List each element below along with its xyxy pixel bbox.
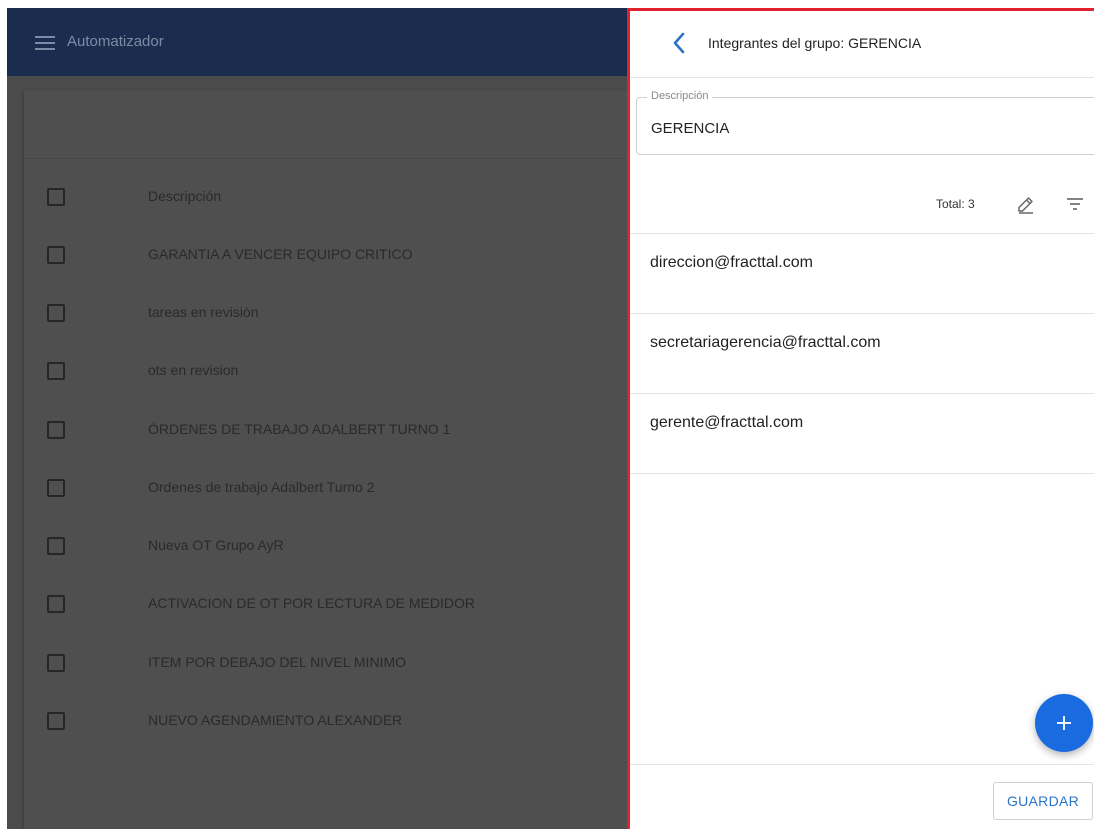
panel-footer: GUARDAR (630, 764, 1094, 829)
description-field[interactable]: Descripción GERENCIA (636, 90, 1094, 155)
description-field-label: Descripción (647, 90, 713, 102)
automations-list: Descripción GARANTIA A VENCER EQUIPO CRI… (24, 90, 627, 829)
list-item[interactable]: Nueva OT Grupo AyR (24, 519, 627, 576)
panel-header: Integrantes del grupo: GERENCIA (630, 11, 1094, 78)
list-item[interactable]: tareas en revisiòn (24, 286, 627, 343)
back-icon[interactable] (670, 31, 690, 55)
row-checkbox[interactable] (47, 421, 65, 439)
list-item-label: NUEVO AGENDAMIENTO ALEXANDER (148, 712, 403, 728)
member-row[interactable]: direccion@fracttal.com (630, 234, 1094, 314)
plus-icon (1057, 716, 1071, 730)
list-item[interactable]: ITEM POR DEBAJO DEL NIVEL MINIMO (24, 636, 627, 693)
background-app: Automatizador Descripción GARANTIA A VEN… (7, 8, 627, 829)
list-item[interactable]: GARANTIA A VENCER EQUIPO CRITICO (24, 228, 627, 285)
row-checkbox[interactable] (47, 362, 65, 380)
member-email: gerente@fracttal.com (650, 414, 804, 431)
row-checkbox[interactable] (47, 537, 65, 555)
row-checkbox[interactable] (47, 304, 65, 322)
member-row[interactable]: gerente@fracttal.com (630, 394, 1094, 474)
description-field-value[interactable]: GERENCIA (651, 120, 729, 137)
list-item[interactable]: NUEVO AGENDAMIENTO ALEXANDER (24, 694, 627, 751)
list-item[interactable]: ots en revision (24, 344, 627, 401)
total-count: Total: 3 (936, 197, 975, 211)
member-email: direccion@fracttal.com (650, 254, 813, 271)
members-toolbar: Total: 3 (630, 181, 1094, 234)
column-header-description: Descripción (148, 188, 222, 204)
member-row[interactable]: secretariagerencia@fracttal.com (630, 314, 1094, 394)
list-item[interactable]: ÓRDENES DE TRABAJO ADALBERT TURNO 1 (24, 403, 627, 460)
list-item-label: tareas en revisiòn (148, 304, 259, 320)
menu-icon[interactable] (35, 36, 55, 50)
panel-title: Integrantes del grupo: GERENCIA (708, 35, 922, 51)
list-item-label: GARANTIA A VENCER EQUIPO CRITICO (148, 246, 413, 262)
select-all-checkbox[interactable] (47, 188, 65, 206)
group-members-panel: Integrantes del grupo: GERENCIA Descripc… (627, 8, 1094, 829)
filter-icon[interactable] (1065, 194, 1085, 214)
edit-icon[interactable] (1016, 194, 1036, 214)
row-checkbox[interactable] (47, 479, 65, 497)
list-item[interactable]: Ordenes de trabajo Adalbert Turno 2 (24, 461, 627, 518)
row-checkbox[interactable] (47, 654, 65, 672)
list-toolbar (24, 90, 627, 159)
app-title: Automatizador (67, 33, 164, 50)
row-checkbox[interactable] (47, 712, 65, 730)
list-item[interactable]: ACTIVACION DE OT POR LECTURA DE MEDIDOR (24, 577, 627, 634)
app-bar: Automatizador (7, 8, 627, 76)
row-checkbox[interactable] (47, 246, 65, 264)
add-member-button[interactable] (1035, 694, 1093, 752)
save-button[interactable]: GUARDAR (993, 782, 1093, 820)
list-header-row: Descripción (24, 170, 627, 227)
list-item-label: Ordenes de trabajo Adalbert Turno 2 (148, 479, 375, 495)
list-item-label: ACTIVACION DE OT POR LECTURA DE MEDIDOR (148, 595, 475, 611)
list-item-label: Nueva OT Grupo AyR (148, 537, 284, 553)
list-item-label: ITEM POR DEBAJO DEL NIVEL MINIMO (148, 654, 407, 670)
member-email: secretariagerencia@fracttal.com (650, 334, 881, 351)
list-item-label: ÓRDENES DE TRABAJO ADALBERT TURNO 1 (148, 421, 451, 437)
row-checkbox[interactable] (47, 595, 65, 613)
list-item-label: ots en revision (148, 362, 239, 378)
